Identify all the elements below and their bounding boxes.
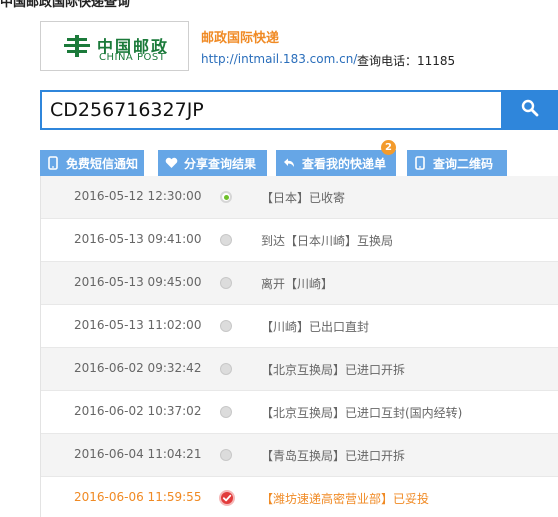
qr-code-label: 查询二维码	[433, 156, 494, 171]
event-description: 【日本】已收寄	[261, 191, 346, 205]
tracking-number-input[interactable]	[40, 90, 501, 130]
timeline-dot-icon	[220, 406, 232, 418]
event-time: 2016-06-04 11:04:21	[74, 447, 202, 461]
china-post-emblem-icon	[64, 35, 90, 61]
event-description: 离开【川崎】	[261, 277, 334, 291]
tracking-event-row: 2016-06-04 11:04:21 【青岛互换局】已进口开拆	[41, 434, 558, 477]
timeline-dot-icon	[220, 277, 232, 289]
search-button[interactable]	[501, 90, 558, 130]
timeline-dot-icon	[220, 449, 232, 461]
event-time: 2016-06-06 11:59:55	[74, 490, 202, 504]
share-result-button[interactable]: 分享查询结果	[158, 150, 267, 176]
share-result-label: 分享查询结果	[184, 156, 257, 171]
qr-code-button[interactable]: 查询二维码	[407, 150, 507, 176]
tracking-event-row-delivered: 2016-06-06 11:59:55 【潍坊速递高密营业部】已妥投	[41, 477, 558, 517]
event-time: 2016-05-12 12:30:00	[74, 189, 202, 203]
event-time: 2016-06-02 09:32:42	[74, 361, 202, 375]
event-description: 【北京互换局】已进口开拆	[261, 363, 406, 377]
event-time: 2016-06-02 10:37:02	[74, 404, 202, 418]
delivered-check-icon	[219, 490, 235, 506]
event-description: 【青岛互换局】已进口开拆	[261, 449, 406, 463]
sms-notify-button[interactable]: 免费短信通知	[40, 150, 144, 176]
event-time: 2016-05-13 09:41:00	[74, 232, 202, 246]
phone-label: 查询电话：11185	[357, 54, 456, 68]
timeline-dot-icon	[220, 320, 232, 332]
phone-icon	[413, 156, 427, 170]
tracking-event-row: 2016-05-13 09:45:00 离开【川崎】	[41, 262, 558, 305]
event-description: 【潍坊速递高密营业部】已妥投	[261, 492, 430, 506]
tracking-timeline: 2016-05-12 12:30:00 【日本】已收寄 2016-05-13 0…	[40, 176, 558, 517]
timeline-dot-icon	[220, 363, 232, 375]
timeline-dot-icon	[220, 234, 232, 246]
search-icon	[521, 99, 539, 121]
page-title: 中国邮政国际快递查询	[0, 0, 131, 10]
event-time: 2016-05-13 11:02:00	[74, 318, 202, 332]
my-waybill-button[interactable]: 查看我的快递单	[276, 150, 396, 176]
sms-notify-label: 免费短信通知	[66, 156, 139, 171]
china-post-logo: 中国邮政 CHINA POST	[40, 21, 189, 71]
tracking-event-row: 2016-06-02 10:37:02 【北京互换局】已进口互封(国内经转)	[41, 391, 558, 434]
event-time: 2016-05-13 09:45:00	[74, 275, 202, 289]
brand-url-link[interactable]: http://intmail.183.com.cn/	[201, 52, 357, 66]
tracking-event-row: 2016-06-02 09:32:42 【北京互换局】已进口开拆	[41, 348, 558, 391]
action-bar: 免费短信通知 分享查询结果 查看我的快递单 2 查询二维码	[40, 140, 558, 176]
tracking-event-row: 2016-05-13 09:41:00 到达【日本川崎】互换局	[41, 219, 558, 262]
event-description: 【北京互换局】已进口互封(国内经转)	[261, 406, 463, 420]
tracking-event-row: 2016-05-12 12:30:00 【日本】已收寄	[41, 176, 558, 219]
brand-name: 邮政国际快递	[201, 31, 280, 46]
heart-icon	[164, 156, 178, 170]
phone-icon	[46, 156, 60, 170]
event-description: 到达【日本川崎】互换局	[261, 234, 394, 248]
back-arrow-icon	[282, 156, 296, 170]
event-description: 【川崎】已出口直封	[261, 320, 370, 334]
logo-text-en: CHINA POST	[99, 52, 166, 63]
waybill-count-badge: 2	[381, 140, 396, 155]
tracking-event-row: 2016-05-13 11:02:00 【川崎】已出口直封	[41, 305, 558, 348]
start-dot-icon	[220, 191, 232, 203]
my-waybill-label: 查看我的快递单	[302, 156, 387, 171]
